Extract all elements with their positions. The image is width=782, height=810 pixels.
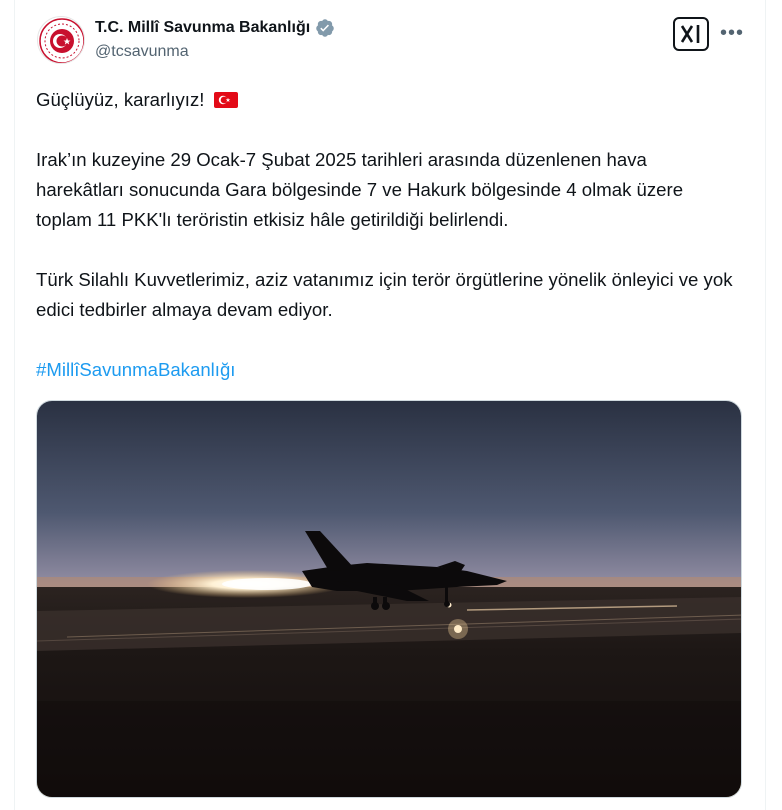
hashtag-link[interactable]: #MillîSavunmaBakanlığı xyxy=(36,359,235,380)
more-button[interactable]: ••• xyxy=(720,22,744,44)
avatar[interactable] xyxy=(37,16,85,64)
tweet-paragraph-2: Irak’ın kuzeyine 29 Ocak-7 Şubat 2025 ta… xyxy=(36,149,684,230)
grok-button[interactable] xyxy=(673,17,709,51)
more-icon: ••• xyxy=(720,22,745,44)
tweet-line-1-text: Güçlüyüz, kararlıyız! xyxy=(36,89,205,110)
turkish-flag-icon xyxy=(213,92,238,108)
display-name[interactable]: T.C. Millî Savunma Bakanlığı xyxy=(95,19,310,37)
handle[interactable]: @tcsavunma xyxy=(95,43,189,61)
fighter-jet-photo xyxy=(37,401,741,797)
tweet-media-photo[interactable] xyxy=(36,400,742,798)
tweet-line-1: Güçlüyüz, kararlıyız! xyxy=(36,85,736,115)
verified-badge-icon xyxy=(315,18,335,38)
name-row: T.C. Millî Savunma Bakanlığı xyxy=(95,18,335,38)
tweet-paragraph-3: Türk Silahlı Kuvvetlerimiz, aziz vatanım… xyxy=(36,269,733,320)
ministry-emblem-icon xyxy=(39,18,84,63)
grok-icon xyxy=(680,25,700,43)
tweet-text: Güçlüyüz, kararlıyız! Irak’ın kuzeyine 2… xyxy=(36,85,736,385)
